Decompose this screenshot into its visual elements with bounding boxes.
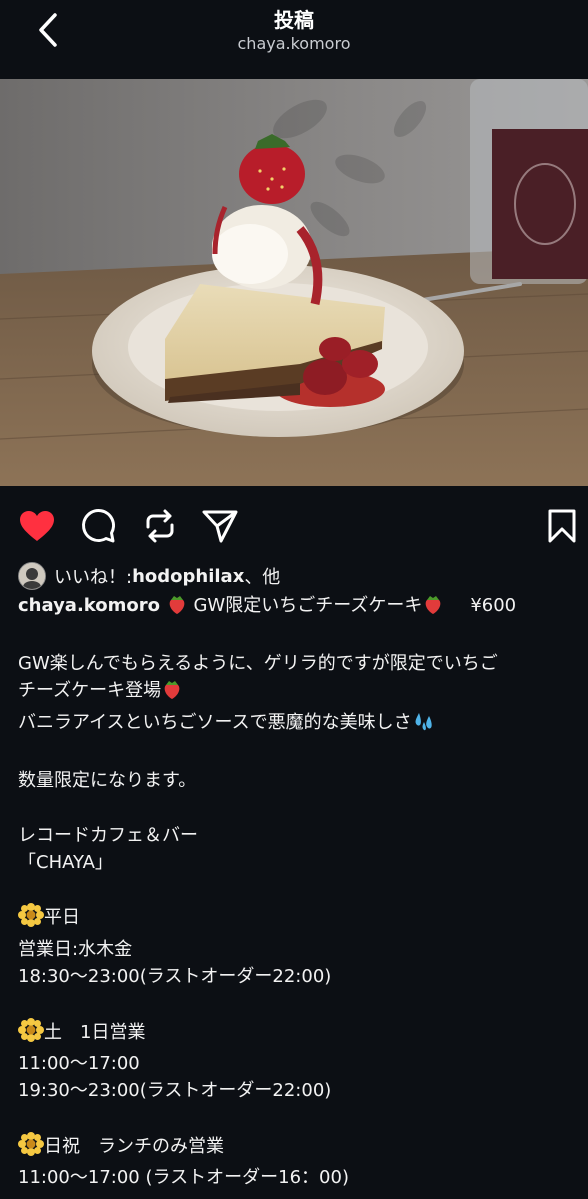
likes-suffix: 、他: [244, 567, 281, 588]
caption-username[interactable]: chaya.komoro: [18, 595, 160, 616]
share-button[interactable]: [200, 506, 240, 546]
flower-icon: [18, 903, 44, 935]
holiday-title: 日祝 ランチのみ営業: [44, 1135, 224, 1157]
likes-summary[interactable]: いいね！: hodophilax 、他: [18, 562, 280, 590]
post-photo[interactable]: [0, 79, 588, 486]
body-line: チーズケーキ登場: [18, 680, 162, 702]
bookmark-icon: [548, 509, 576, 543]
liker-username[interactable]: hodophilax: [132, 566, 244, 587]
top-bar: 投稿 chaya.komoro: [0, 0, 588, 78]
weekday-hours: 18:30〜23:00(ラストオーダー22:00): [18, 966, 332, 988]
comment-icon: [82, 509, 115, 543]
repost-button[interactable]: [140, 506, 180, 546]
saturday-title: 土 1日営業: [44, 1021, 146, 1043]
weekday-title: 平日: [44, 907, 80, 929]
sweat-droplets-icon: [412, 710, 436, 740]
caption-price: ¥600: [470, 595, 517, 616]
caption-body: GW楽しんでもらえるように、ゲリラ的ですが限定でいちご チーズケーキ登場 バニラ…: [18, 650, 574, 1192]
comment-button[interactable]: [78, 506, 118, 546]
strawberry-icon: [166, 593, 188, 624]
caption-title: GW限定いちごチーズケーキ: [187, 595, 423, 616]
repost-icon: [146, 509, 174, 543]
page-subtitle-username[interactable]: chaya.komoro: [0, 34, 588, 53]
saturday-hours-2: 19:30〜23:00(ラストオーダー22:00): [18, 1080, 332, 1102]
post-action-bar: [0, 486, 588, 560]
body-line: GW楽しんでもらえるように、ゲリラ的ですが限定でいちご: [18, 653, 498, 674]
heart-icon: [20, 511, 54, 541]
bookmark-button[interactable]: [542, 506, 582, 546]
flower-icon: [18, 1017, 44, 1050]
flower-icon: [18, 1131, 44, 1164]
weekday-days: 営業日:水木金: [18, 938, 133, 960]
body-line: 「CHAYA」: [18, 852, 113, 874]
body-line: レコードカフェ＆バー: [18, 824, 198, 846]
caption-header: chaya.komoro GW限定いちごチーズケーキ ¥600: [18, 592, 574, 624]
strawberry-icon: [422, 593, 444, 624]
holiday-hours: 11:00〜17:00 (ラストオーダー16：00): [18, 1167, 349, 1189]
share-icon: [202, 510, 238, 543]
page-title: 投稿: [274, 8, 314, 32]
body-line: バニラアイスといちごソースで悪魔的な美味しさ: [18, 711, 412, 733]
like-button[interactable]: [17, 506, 57, 546]
liker-avatar: [18, 562, 46, 590]
likes-prefix: いいね！:: [54, 567, 133, 588]
saturday-hours-1: 11:00〜17:00: [18, 1053, 140, 1075]
body-line: 数量限定になります。: [18, 770, 197, 792]
strawberry-icon: [161, 678, 183, 708]
